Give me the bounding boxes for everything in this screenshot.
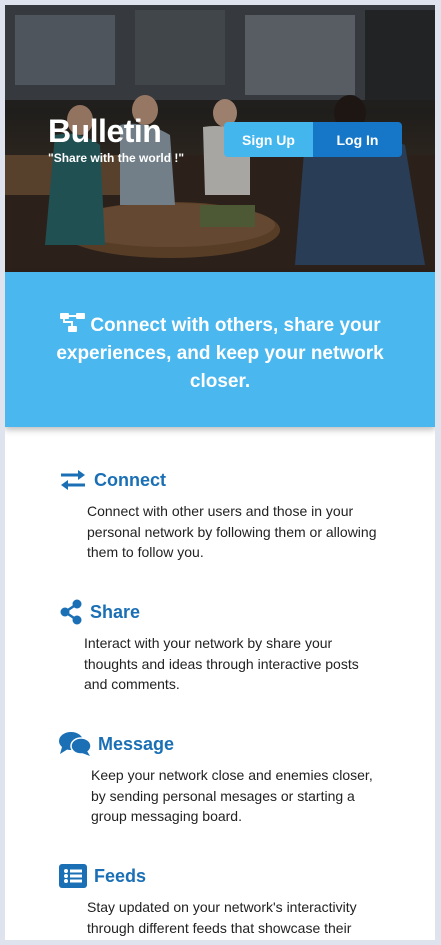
sitemap-icon (59, 312, 87, 334)
brand-tagline: "Share with the world !" (48, 151, 185, 165)
feature-title: Message (98, 734, 175, 754)
list-icon (58, 863, 88, 889)
feature-message-heading: Message (58, 731, 174, 757)
feature-feeds-heading: Feeds (58, 863, 146, 889)
chat-bubbles-icon (58, 731, 92, 757)
feature-description: Keep your network close and enemies clos… (91, 767, 373, 824)
feature-share-heading: Share (58, 599, 140, 625)
feature-description: Connect with other users and those in yo… (87, 503, 377, 560)
feature-connect-heading: Connect (58, 467, 166, 493)
brand-name: Bulletin (48, 113, 162, 149)
exchange-arrows-icon (58, 467, 88, 493)
feature-title: Connect (94, 470, 166, 490)
banner-text: Connect with others, share your experien… (56, 315, 384, 392)
banner-message: Connect with others, share your experien… (45, 312, 395, 396)
intro-banner: Connect with others, share your experien… (5, 272, 435, 427)
feature-description: Interact with your network by share your… (84, 635, 359, 692)
login-button[interactable]: Log In (313, 122, 402, 157)
feature-title: Feeds (94, 866, 147, 886)
hero-section: Bulletin "Share with the world !" Sign U… (5, 5, 435, 272)
signup-button[interactable]: Sign Up (224, 122, 313, 157)
share-icon (58, 599, 84, 625)
feature-title: Share (90, 602, 141, 622)
feature-description: Stay updated on your network's interacti… (87, 899, 357, 936)
page-frame: Bulletin "Share with the world !" Sign U… (5, 5, 435, 940)
